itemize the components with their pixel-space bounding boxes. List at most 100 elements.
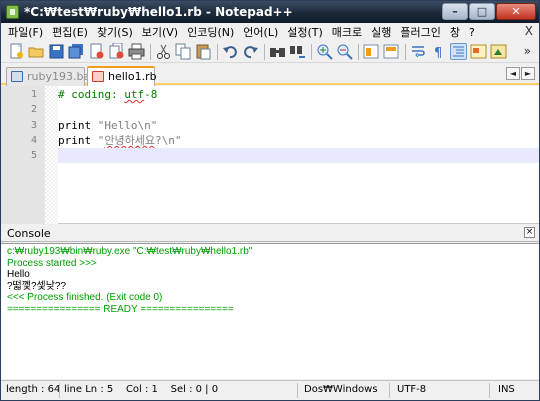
comment-text: -8 bbox=[144, 88, 158, 101]
zoom-in-icon[interactable] bbox=[316, 43, 333, 60]
line-number: 5 bbox=[30, 150, 37, 161]
console-line: <<< Process finished. (Exit code 0) bbox=[7, 292, 163, 303]
close-document-icon[interactable]: X bbox=[525, 24, 533, 38]
user-lang-icon[interactable] bbox=[470, 43, 487, 60]
toolbar-separator bbox=[217, 43, 218, 60]
close-button[interactable]: ✕ bbox=[496, 3, 536, 20]
console-close-icon[interactable]: × bbox=[524, 227, 535, 238]
replace-icon[interactable] bbox=[289, 43, 306, 60]
indent-guide-icon[interactable] bbox=[450, 43, 467, 60]
window-controls: – □ ✕ bbox=[442, 3, 536, 20]
code-line-4[interactable]: print "안녕하세요?\n" bbox=[58, 133, 539, 148]
status-divider bbox=[389, 383, 390, 398]
open-file-icon[interactable] bbox=[28, 43, 45, 60]
toolbar-separator bbox=[405, 43, 406, 60]
console-line: Process started >>> bbox=[7, 257, 97, 269]
code-line-5-current[interactable] bbox=[58, 148, 539, 163]
print-icon[interactable] bbox=[128, 43, 145, 60]
menu-help[interactable]: ? bbox=[466, 26, 481, 39]
sync-horizontal-icon[interactable] bbox=[383, 43, 400, 60]
keyword-print: print bbox=[58, 119, 92, 132]
console-header: Console × bbox=[1, 225, 539, 242]
paste-icon[interactable] bbox=[195, 43, 212, 60]
line-number: 3 bbox=[30, 120, 37, 131]
find-icon[interactable] bbox=[269, 43, 286, 60]
redo-icon[interactable] bbox=[242, 43, 259, 60]
minimize-button[interactable]: – bbox=[442, 3, 468, 20]
keyword-print: print bbox=[58, 134, 92, 147]
status-divider bbox=[59, 383, 60, 398]
console-line: c:₩ruby193₩bin₩ruby.exe "C:₩test₩ruby₩he… bbox=[7, 246, 253, 257]
tab-ruby193-bat[interactable]: ruby193.bat bbox=[6, 67, 95, 86]
code-line-3[interactable]: print "Hello\n" bbox=[58, 118, 539, 133]
show-all-chars-icon[interactable]: ¶ bbox=[430, 43, 447, 61]
menu-plugins[interactable]: 플러그인 bbox=[397, 24, 446, 40]
line-number: 2 bbox=[30, 104, 37, 115]
status-encoding: UTF-8 bbox=[397, 384, 427, 395]
console-line: ================ READY ================ bbox=[7, 303, 234, 315]
status-divider bbox=[489, 383, 490, 398]
string-literal: ?\n" bbox=[154, 134, 182, 147]
status-position: line Ln : 5 Col : 1 Sel : 0 | 0 bbox=[64, 384, 219, 395]
svg-text:¶: ¶ bbox=[434, 46, 442, 60]
string-literal-misspelled: 안녕하세요 bbox=[104, 134, 155, 147]
saved-file-icon bbox=[11, 71, 23, 82]
menu-macro[interactable]: 매크로 bbox=[329, 24, 368, 40]
close-icon[interactable] bbox=[88, 43, 105, 60]
comment-text: # coding: bbox=[58, 88, 125, 101]
status-length: length : 64 bbox=[6, 384, 61, 395]
code-area[interactable]: # coding: utf-8 print "Hello\n" print "안… bbox=[58, 86, 539, 224]
menu-file[interactable]: 파일(F) bbox=[5, 24, 49, 40]
menu-view[interactable]: 보기(V) bbox=[139, 24, 184, 40]
tab-navigation: ◄ ► bbox=[506, 67, 535, 80]
tab-label: ruby193.bat bbox=[27, 70, 95, 83]
menu-window[interactable]: 창 bbox=[447, 24, 466, 40]
line-number: 4 bbox=[30, 135, 37, 146]
save-all-icon[interactable] bbox=[68, 43, 85, 60]
tab-next-button[interactable]: ► bbox=[521, 67, 535, 80]
new-file-icon[interactable] bbox=[8, 43, 25, 60]
line-number-gutter: 1 2 3 4 5 bbox=[1, 86, 45, 224]
toolbar-separator bbox=[264, 43, 265, 60]
cut-icon[interactable] bbox=[155, 43, 172, 60]
menu-edit[interactable]: 편집(E) bbox=[49, 24, 94, 40]
window-title: *C:₩test₩ruby₩hello1.rb - Notepad++ bbox=[24, 5, 293, 19]
status-divider bbox=[297, 383, 298, 398]
tab-hello1-rb[interactable]: hello1.rb bbox=[87, 66, 157, 86]
title-bar[interactable]: *C:₩test₩ruby₩hello1.rb - Notepad++ – □ … bbox=[1, 1, 539, 23]
word-wrap-icon[interactable] bbox=[410, 43, 427, 60]
menu-language[interactable]: 언어(L) bbox=[240, 24, 284, 40]
tab-bar: ruby193.bat hello1.rb ◄ ► bbox=[1, 64, 539, 86]
tab-prev-button[interactable]: ◄ bbox=[506, 67, 520, 80]
string-literal: "Hello\n" bbox=[97, 119, 158, 132]
save-icon[interactable] bbox=[48, 43, 65, 60]
code-line-1[interactable]: # coding: utf-8 bbox=[58, 87, 539, 102]
comment-text-misspelled: utf bbox=[124, 88, 145, 101]
sync-vertical-icon[interactable] bbox=[363, 43, 380, 60]
maximize-button[interactable]: □ bbox=[469, 3, 495, 20]
line-number: 1 bbox=[30, 89, 37, 100]
notepad-plus-plus-window: *C:₩test₩ruby₩hello1.rb - Notepad++ – □ … bbox=[0, 0, 540, 401]
undo-icon[interactable] bbox=[222, 43, 239, 60]
menu-search[interactable]: 찾기(S) bbox=[94, 24, 139, 40]
menu-run[interactable]: 실행 bbox=[368, 24, 397, 40]
close-all-icon[interactable] bbox=[108, 42, 125, 60]
doc-map-icon[interactable] bbox=[490, 43, 507, 60]
unsaved-file-icon bbox=[92, 71, 104, 82]
menu-bar: 파일(F) 편집(E) 찾기(S) 보기(V) 인코딩(N) 언어(L) 설정(… bbox=[1, 23, 539, 41]
status-bar: length : 64 line Ln : 5 Col : 1 Sel : 0 … bbox=[1, 380, 539, 400]
menu-encoding[interactable]: 인코딩(N) bbox=[184, 24, 240, 40]
copy-icon[interactable] bbox=[175, 43, 192, 60]
code-line-2[interactable] bbox=[58, 102, 539, 117]
toolbar-separator bbox=[311, 43, 312, 60]
toolbar-separator bbox=[150, 43, 151, 60]
console-output[interactable]: c:₩ruby193₩bin₩ruby.exe "C:₩test₩ruby₩he… bbox=[1, 243, 539, 379]
code-editor[interactable]: 1 2 3 4 5 # coding: utf-8 print "Hello\n… bbox=[1, 86, 539, 224]
toolbar-separator bbox=[358, 43, 359, 60]
console-line: ?떫꼧?셏낮?? bbox=[7, 280, 67, 292]
zoom-out-icon[interactable] bbox=[336, 43, 353, 60]
tab-label: hello1.rb bbox=[108, 70, 157, 83]
fold-margin[interactable] bbox=[45, 86, 58, 224]
toolbar-overflow-icon[interactable]: » bbox=[524, 44, 531, 58]
menu-settings[interactable]: 설정(T) bbox=[284, 24, 329, 40]
